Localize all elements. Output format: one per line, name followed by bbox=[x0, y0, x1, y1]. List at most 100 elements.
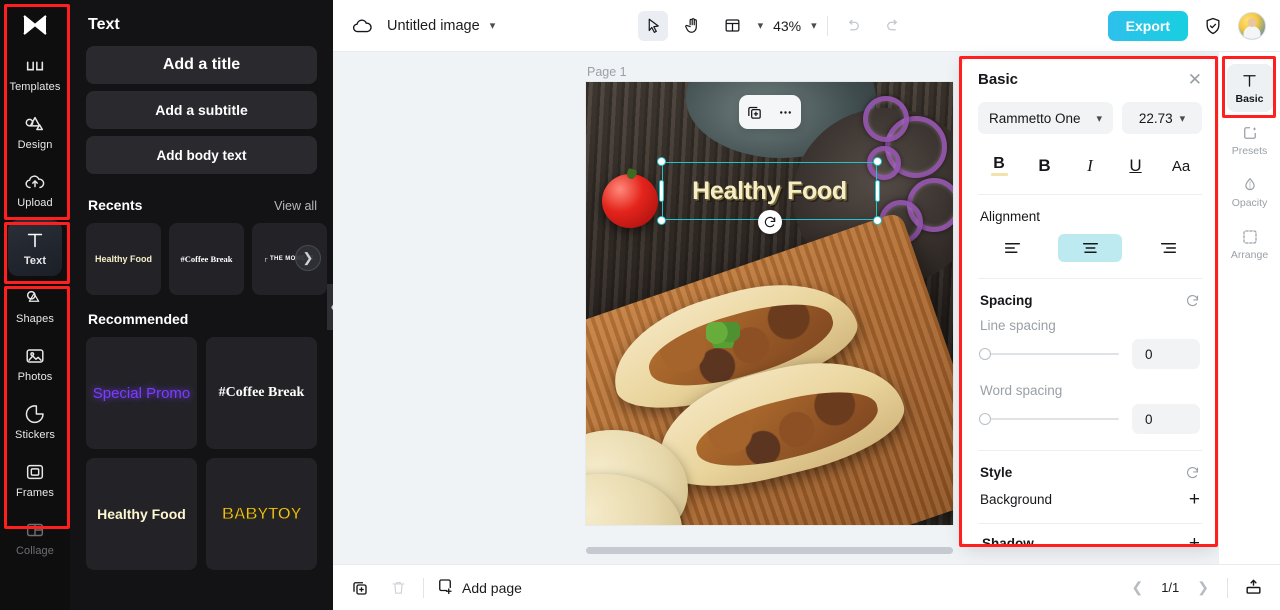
recommended-item[interactable]: #Coffee Break bbox=[206, 337, 317, 449]
recents-heading: Recents bbox=[88, 197, 143, 213]
word-spacing-slider[interactable] bbox=[979, 413, 1119, 425]
right-rail-item-presets[interactable]: Presets bbox=[1227, 116, 1273, 164]
sidebar-item-shapes[interactable]: Shapes bbox=[8, 278, 62, 334]
layout-panels-icon[interactable] bbox=[718, 11, 748, 41]
sidebar-item-photos[interactable]: Photos bbox=[8, 336, 62, 392]
shadow-label: Shadow bbox=[982, 536, 1034, 547]
right-rail-item-arrange[interactable]: Arrange bbox=[1227, 220, 1273, 268]
prev-page-icon[interactable]: ❮ bbox=[1125, 579, 1149, 596]
recommended-item[interactable]: BABYTOY bbox=[206, 458, 317, 570]
parsley-garnish bbox=[706, 322, 740, 348]
cursor-select-icon[interactable] bbox=[637, 10, 668, 41]
style-reset-icon[interactable] bbox=[1185, 465, 1200, 480]
avatar[interactable] bbox=[1238, 11, 1266, 40]
sidebar-item-label: Photos bbox=[17, 371, 53, 383]
right-rail-item-basic[interactable]: Basic bbox=[1226, 64, 1273, 112]
document-title[interactable]: Untitled image bbox=[387, 18, 480, 34]
plus-icon[interactable]: + bbox=[1189, 534, 1200, 547]
plus-icon[interactable]: + bbox=[1189, 490, 1200, 509]
text-color-swatch bbox=[990, 173, 1008, 176]
view-all-link[interactable]: View all bbox=[274, 199, 317, 213]
text-panel: Text Add a title Add a subtitle Add body… bbox=[70, 0, 333, 610]
resize-handle-bottom-left[interactable] bbox=[657, 216, 666, 225]
recommended-item[interactable]: Special Promo bbox=[86, 337, 197, 449]
word-spacing-input[interactable]: 0 bbox=[1132, 404, 1200, 434]
chevron-down-icon[interactable]: ▾ bbox=[490, 19, 496, 32]
font-family-select[interactable]: Rammetto One ▾ bbox=[978, 102, 1113, 134]
style-header: Style bbox=[978, 451, 1202, 482]
line-spacing-label: Line spacing bbox=[980, 318, 1056, 333]
bold-button[interactable]: B bbox=[1028, 152, 1062, 180]
resize-handle-top-right[interactable] bbox=[873, 157, 882, 166]
italic-label: I bbox=[1087, 156, 1093, 175]
sidebar-item-label: Frames bbox=[16, 487, 54, 499]
left-tool-rail: Templates Design Upload Text Shapes Phot… bbox=[0, 0, 70, 610]
resize-handle-right[interactable] bbox=[875, 180, 880, 202]
recent-item[interactable]: Healthy Food bbox=[86, 223, 161, 295]
resize-handle-left[interactable] bbox=[659, 180, 664, 202]
recommended-item-label: Healthy Food bbox=[97, 506, 186, 522]
add-body-text-button[interactable]: Add body text bbox=[86, 136, 317, 174]
add-a-subtitle-button[interactable]: Add a subtitle bbox=[86, 91, 317, 129]
sidebar-item-templates[interactable]: Templates bbox=[8, 46, 62, 102]
right-rail-item-opacity[interactable]: Opacity bbox=[1227, 168, 1273, 216]
sidebar-item-collage[interactable]: Collage bbox=[8, 510, 62, 566]
slider-knob[interactable] bbox=[979, 348, 991, 360]
sidebar-item-design[interactable]: Design bbox=[8, 104, 62, 160]
add-page-label: Add page bbox=[462, 579, 522, 596]
line-spacing-input[interactable]: 0 bbox=[1132, 339, 1200, 369]
chevron-down-icon: ▾ bbox=[1096, 112, 1102, 125]
present-icon[interactable] bbox=[1240, 575, 1266, 601]
horizontal-scrollbar[interactable] bbox=[586, 547, 953, 554]
font-size-select[interactable]: 22.73 ▾ bbox=[1122, 102, 1202, 134]
rotate-handle-icon[interactable] bbox=[757, 210, 782, 234]
close-icon[interactable]: ✕ bbox=[1188, 71, 1202, 88]
add-a-title-button[interactable]: Add a title bbox=[86, 46, 317, 84]
italic-button[interactable]: I bbox=[1073, 152, 1107, 180]
sidebar-item-frames[interactable]: Frames bbox=[8, 452, 62, 508]
sidebar-item-upload[interactable]: Upload bbox=[8, 162, 62, 218]
slider-knob[interactable] bbox=[979, 413, 991, 425]
duplicate-icon[interactable] bbox=[743, 100, 767, 124]
recommended-item-label: Special Promo bbox=[92, 384, 191, 402]
capcut-logo-icon[interactable] bbox=[13, 8, 57, 42]
scrollbar-thumb[interactable] bbox=[586, 547, 953, 554]
zoom-chevron-down-icon[interactable]: ▾ bbox=[811, 19, 817, 32]
recommended-item[interactable]: Healthy Food bbox=[86, 458, 197, 570]
panel-collapse-handle[interactable]: ❮ bbox=[327, 284, 333, 330]
hand-pan-icon[interactable] bbox=[678, 11, 708, 41]
more-horizontal-icon[interactable] bbox=[774, 100, 798, 124]
cloud-sync-icon[interactable] bbox=[347, 11, 377, 41]
duplicate-page-icon[interactable] bbox=[347, 575, 373, 601]
text-case-button[interactable]: Aa bbox=[1164, 152, 1198, 180]
add-page-button[interactable]: Add page bbox=[436, 577, 522, 598]
floating-object-toolbar bbox=[739, 95, 801, 129]
align-left-icon[interactable] bbox=[980, 234, 1044, 262]
right-rail-label: Opacity bbox=[1231, 196, 1268, 209]
resize-handle-top-left[interactable] bbox=[657, 157, 666, 166]
line-spacing-slider[interactable] bbox=[979, 348, 1119, 360]
recents-next-arrow-icon[interactable]: ❯ bbox=[295, 245, 321, 271]
sidebar-item-stickers[interactable]: Stickers bbox=[8, 394, 62, 450]
shadow-row: Shadow + bbox=[978, 524, 1202, 547]
shield-check-icon[interactable] bbox=[1198, 11, 1228, 41]
spacing-reset-icon[interactable] bbox=[1185, 293, 1200, 308]
undo-icon[interactable] bbox=[838, 11, 868, 41]
text-color-A-icon[interactable]: B bbox=[982, 152, 1016, 180]
next-page-icon[interactable]: ❯ bbox=[1191, 579, 1215, 596]
resize-handle-bottom-right[interactable] bbox=[873, 216, 882, 225]
design-artwork[interactable]: Healthy Food bbox=[586, 82, 953, 525]
recommended-header: Recommended bbox=[88, 311, 317, 327]
align-right-icon[interactable] bbox=[1136, 234, 1200, 262]
page-indicator: 1/1 bbox=[1161, 580, 1180, 595]
export-button[interactable]: Export bbox=[1107, 10, 1188, 41]
recent-item[interactable]: #Coffee Break bbox=[169, 223, 244, 295]
align-center-icon[interactable] bbox=[1058, 234, 1122, 262]
underline-button[interactable]: U bbox=[1119, 152, 1153, 180]
trash-icon[interactable] bbox=[385, 575, 411, 601]
page-label: Page 1 bbox=[587, 65, 627, 79]
layout-chevron-down-icon[interactable]: ▾ bbox=[758, 19, 764, 32]
sidebar-item-text[interactable]: Text bbox=[8, 220, 62, 276]
redo-icon[interactable] bbox=[878, 11, 908, 41]
recents-list: Healthy Food #Coffee Break ┌ THE MOMENT.… bbox=[86, 223, 327, 295]
